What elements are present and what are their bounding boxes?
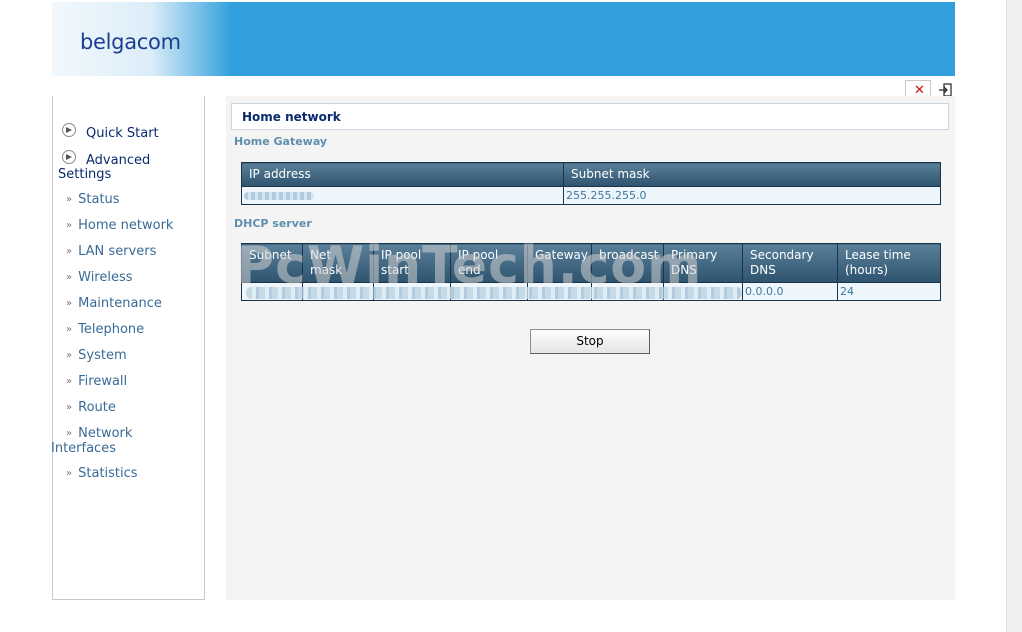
sidebar-item-route[interactable]: » Route: [66, 401, 116, 416]
sidebar-item-wireless[interactable]: » Wireless: [66, 271, 133, 286]
sidebar-item-label: Route: [78, 400, 116, 415]
bullet-icon: »: [66, 468, 73, 479]
sidebar-item-network-interfaces[interactable]: » Network Interfaces: [51, 426, 133, 456]
exit-icon[interactable]: [938, 83, 952, 97]
sidebar-item-firewall[interactable]: » Firewall: [66, 375, 127, 390]
sidebar-item-label: Firewall: [78, 374, 128, 389]
sidebar-item-label: Home network: [78, 218, 174, 233]
column-header-primary-dns: Primary DNS: [663, 243, 743, 283]
page-title-box: Home network: [231, 103, 949, 130]
sidebar-item-label-line2: Settings: [58, 167, 112, 182]
column-header-ip-pool-start: IP pool start: [373, 243, 451, 283]
sidebar-item-telephone[interactable]: » Telephone: [66, 323, 144, 338]
sidebar-item-status[interactable]: » Status: [66, 193, 120, 208]
cell-ip-address: [241, 186, 564, 205]
bullet-icon: »: [66, 324, 73, 335]
sidebar-item-label: Status: [78, 192, 120, 207]
sidebar-item-label: Telephone: [78, 322, 145, 337]
arrow-right-circle-icon: [62, 123, 76, 137]
bullet-icon: »: [66, 220, 73, 231]
sidebar-item-statistics[interactable]: » Statistics: [66, 467, 138, 482]
stop-button[interactable]: Stop: [530, 329, 650, 354]
column-header-net-mask: Net mask: [302, 243, 374, 283]
column-header-broadcast: broadcast: [591, 243, 664, 283]
bullet-icon: »: [66, 298, 73, 309]
column-header-secondary-dns: Secondary DNS: [742, 243, 838, 283]
cell-secondary-dns: 0.0.0.0: [742, 282, 838, 301]
sidebar-item-label: Network: [78, 426, 133, 441]
sidebar-item-label: LAN servers: [78, 244, 157, 259]
column-header-ip-pool-end: IP pool end: [450, 243, 528, 283]
sidebar-item-label: Maintenance: [78, 296, 162, 311]
bullet-icon: »: [66, 272, 73, 283]
header-banner: belgacom: [52, 2, 955, 76]
column-header-subnet-mask: Subnet mask: [563, 162, 941, 187]
bullet-icon: »: [66, 350, 73, 361]
vertical-scrollbar[interactable]: [1006, 0, 1022, 632]
page: belgacom ✕ Quick Start Advanced Settings…: [0, 0, 1006, 632]
home-gateway-table: IP address Subnet mask 255.255.255.0: [241, 162, 941, 205]
arrow-right-circle-icon: [62, 150, 76, 164]
cell-lease-time: 24: [837, 282, 941, 301]
table-header-row: IP address Subnet mask: [241, 162, 941, 187]
sidebar-item-label: System: [78, 348, 127, 363]
sidebar-item-system[interactable]: » System: [66, 349, 127, 364]
sidebar-item-label-line2: Interfaces: [51, 441, 116, 456]
obscured-values: [246, 287, 742, 299]
sidebar-item-label: Wireless: [78, 270, 133, 285]
bullet-icon: »: [66, 194, 73, 205]
cell-subnet-mask: 255.255.255.0: [563, 186, 941, 205]
sidebar-item-maintenance[interactable]: » Maintenance: [66, 297, 162, 312]
table-header-row: Subnet Net mask IP pool start IP pool end …: [241, 243, 941, 283]
sidebar-item-lan-servers[interactable]: » LAN servers: [66, 245, 156, 260]
page-title: Home network: [242, 110, 341, 124]
column-header-lease-time: Lease time (hours): [837, 243, 941, 283]
bullet-icon: »: [66, 246, 73, 257]
column-header-subnet: Subnet: [241, 243, 303, 283]
home-gateway-label: Home Gateway: [234, 135, 328, 148]
column-header-ip-address: IP address: [241, 162, 564, 187]
sidebar-item-label: Advanced: [86, 153, 151, 168]
bullet-icon: »: [66, 402, 73, 413]
sidebar-item-label: Quick Start: [86, 126, 159, 141]
sidebar-item-label: Statistics: [78, 466, 138, 481]
column-header-gateway: Gateway: [527, 243, 592, 283]
sidebar-item-home-network[interactable]: » Home network: [66, 219, 173, 234]
bullet-icon: »: [66, 428, 73, 439]
dhcp-server-label: DHCP server: [234, 217, 312, 230]
bullet-icon: »: [66, 376, 73, 387]
belgacom-logo[interactable]: belgacom: [80, 30, 181, 54]
obscured-value: [244, 192, 314, 200]
table-row: 255.255.255.0: [241, 186, 941, 205]
